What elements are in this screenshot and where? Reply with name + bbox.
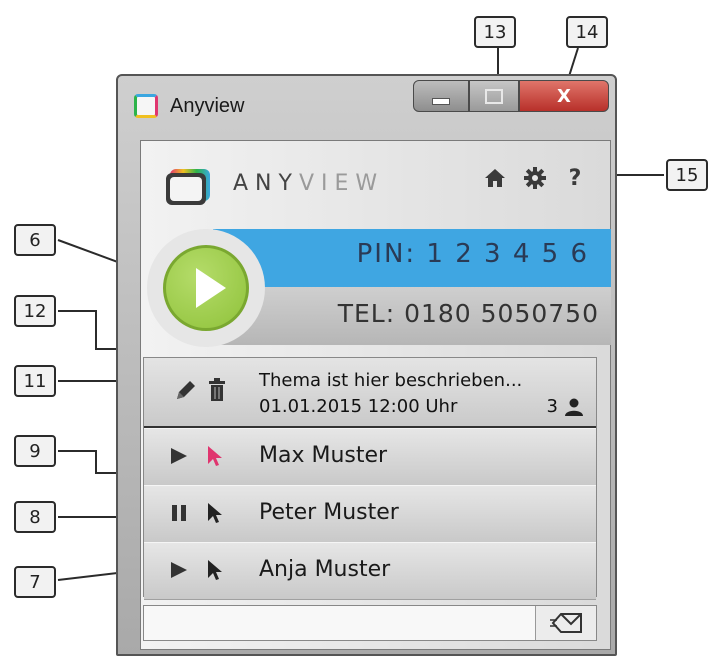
window-controls: X: [413, 80, 609, 120]
message-input[interactable]: [144, 606, 536, 640]
pin-display: PIN: 1 2 3 4 5 6: [357, 239, 589, 269]
window-title: Anyview: [170, 95, 245, 117]
header-icons: ?: [482, 165, 588, 191]
anyview-window: Anyview X ANYVIEW ? PIN: 1 2 3 4 5 6 TEL…: [116, 74, 617, 656]
brand-wordmark: ANYVIEW: [233, 171, 384, 196]
participant-name: Max Muster: [259, 443, 388, 468]
pause-icon[interactable]: [168, 502, 190, 524]
brand-part-any: ANY: [233, 171, 299, 196]
cursor-pointer-icon[interactable]: [206, 445, 224, 467]
participant-row[interactable]: Peter Muster: [144, 485, 596, 543]
play-icon: [196, 268, 226, 308]
user-icon: [565, 398, 583, 416]
pin-label: PIN:: [356, 239, 417, 269]
topic-title: Thema ist hier beschrieben...: [259, 370, 523, 391]
send-button[interactable]: [536, 606, 596, 640]
callout-15: 15: [666, 159, 708, 191]
close-button[interactable]: X: [519, 80, 609, 112]
topic-datetime: 01.01.2015 12:00 Uhr: [259, 396, 458, 417]
participant-row[interactable]: Max Muster: [144, 428, 596, 486]
tel-band: TEL: 0180 5050750: [213, 287, 611, 345]
play-icon[interactable]: [168, 445, 190, 467]
brand-part-view: VIEW: [298, 171, 385, 196]
home-icon[interactable]: [482, 165, 508, 191]
topic-row[interactable]: Thema ist hier beschrieben... 01.01.2015…: [144, 358, 596, 428]
close-icon: X: [557, 85, 571, 107]
maximize-button[interactable]: [469, 80, 519, 112]
participant-count: 3: [547, 396, 584, 417]
cursor-pointer-icon[interactable]: [206, 502, 224, 524]
pin-band: PIN: 1 2 3 4 5 6: [213, 229, 611, 287]
callout-6: 6: [14, 224, 56, 256]
maximize-icon: [485, 88, 503, 104]
callout-14: 14: [566, 16, 608, 48]
pin-digits: 1 2 3 4 5 6: [426, 239, 589, 269]
session-list: Thema ist hier beschrieben... 01.01.2015…: [143, 357, 597, 600]
tel-display: TEL: 0180 5050750: [338, 299, 599, 328]
callout-9: 9: [14, 435, 56, 467]
gear-icon[interactable]: [522, 165, 548, 191]
participant-name: Anja Muster: [259, 557, 391, 582]
minimize-button[interactable]: [413, 80, 469, 112]
delete-trash-icon[interactable]: [208, 378, 226, 402]
play-icon[interactable]: [168, 559, 190, 581]
send-envelope-icon: [550, 613, 582, 633]
tel-number: 0180 5050750: [404, 299, 599, 328]
anyview-logo-icon: [166, 169, 210, 205]
title-bar[interactable]: Anyview X: [118, 76, 615, 140]
tel-label: TEL:: [337, 299, 396, 328]
help-icon[interactable]: ?: [562, 165, 588, 191]
callout-12: 12: [14, 295, 56, 327]
message-bar: [143, 605, 597, 641]
callout-11: 11: [14, 365, 56, 397]
callout-13: 13: [474, 16, 516, 48]
app-logo-icon: [134, 94, 158, 118]
start-session-button[interactable]: [163, 245, 249, 331]
client-area: ANYVIEW ? PIN: 1 2 3 4 5 6 TEL: 0180 505…: [140, 140, 611, 650]
callout-8: 8: [14, 501, 56, 533]
participant-count-value: 3: [546, 396, 558, 417]
edit-pencil-icon[interactable]: [174, 378, 198, 402]
participant-name: Peter Muster: [259, 500, 399, 525]
callout-7: 7: [14, 566, 56, 598]
minimize-icon: [432, 97, 450, 105]
participant-row[interactable]: Anja Muster: [144, 542, 596, 600]
cursor-pointer-icon[interactable]: [206, 559, 224, 581]
